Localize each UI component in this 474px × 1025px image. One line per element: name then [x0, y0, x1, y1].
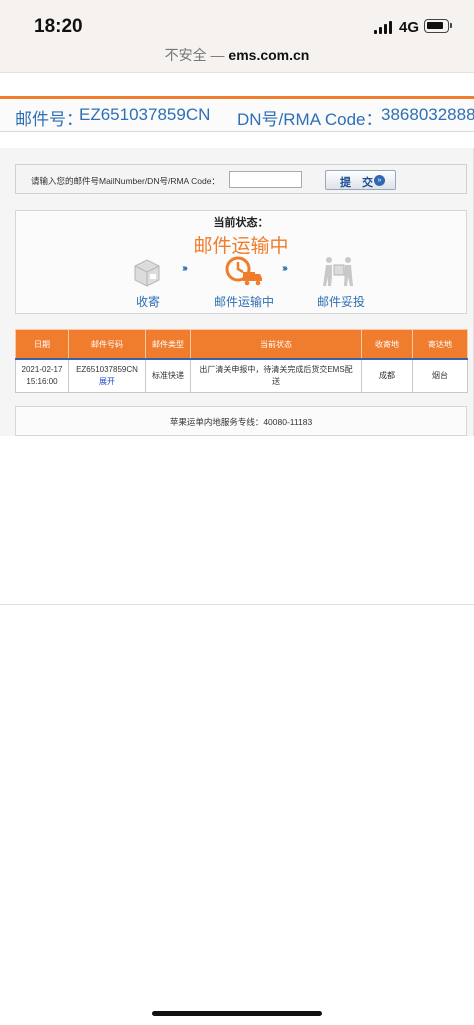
current-status-label: 当前状态：	[213, 217, 269, 229]
cell-time: 15:16:00	[26, 377, 58, 386]
column-header-mail-type: 邮件类型	[145, 329, 191, 360]
security-label: 不安全 —	[164, 47, 225, 63]
divider	[0, 72, 474, 73]
package-icon	[134, 259, 160, 287]
home-indicator[interactable]	[152, 1011, 322, 1016]
mail-number: EZ651037859CN	[76, 365, 138, 374]
search-panel: 请输入您的邮件号MailNumber/DN号/RMA Code： 提 交 »	[15, 164, 467, 194]
mail-number-value: EZ651037859CN	[79, 105, 211, 124]
cell-mail-type: 标准快递	[145, 358, 191, 393]
tracking-number-input[interactable]	[229, 171, 302, 188]
status-panel: 当前状态： 邮件运输中 收寄 ››› 邮件运输中 ››› 邮件妥投	[15, 210, 467, 314]
submit-label: 提 交	[340, 177, 378, 189]
address-bar[interactable]: 不安全 — ems.com.cn	[0, 44, 474, 72]
chevron-right-icon: »	[374, 175, 385, 186]
tracking-table: 日期 邮件号码 邮件类型 当前状态 收寄地 寄达地 2021-02-17 15:…	[15, 329, 468, 393]
divider	[0, 604, 474, 605]
column-header-status: 当前状态	[190, 329, 362, 360]
step-arrow-icon: ›››	[282, 263, 288, 274]
truck-clock-icon	[225, 256, 262, 286]
cell-datetime: 2021-02-17 15:16:00	[15, 358, 69, 393]
url-domain: ems.com.cn	[228, 47, 310, 63]
step-label: 收寄	[136, 295, 161, 309]
tracking-header: 邮件号： EZ651037859CN DN号/RMA Code： 3868032…	[0, 96, 474, 132]
expand-link[interactable]: 展开	[99, 377, 115, 386]
table-header-row: 日期 邮件号码 邮件类型 当前状态 收寄地 寄达地	[15, 329, 468, 360]
delivery-person-icon	[323, 257, 353, 286]
mail-number-label: 邮件号：	[15, 110, 83, 129]
search-label: 请输入您的邮件号MailNumber/DN号/RMA Code：	[31, 176, 220, 186]
column-header-date: 日期	[15, 329, 69, 360]
submit-button[interactable]: 提 交 »	[325, 170, 396, 190]
column-header-origin: 收寄地	[361, 329, 413, 360]
cell-origin: 成都	[361, 358, 413, 393]
step-label: 邮件运输中	[214, 295, 275, 309]
dn-value: 3868032888	[381, 105, 474, 124]
cell-mail-number: EZ651037859CN 展开	[68, 358, 146, 393]
cellular-signal-icon	[374, 20, 396, 34]
battery-icon	[424, 19, 452, 33]
column-header-mail-number: 邮件号码	[68, 329, 146, 360]
service-hotline: 苹果运单内地服务专线：40080-11183	[15, 406, 467, 436]
clock: 18:20	[34, 16, 83, 37]
step-arrow-icon: ›››	[182, 263, 188, 274]
status-bar: 18:20 4G	[0, 0, 474, 44]
table-row: 2021-02-17 15:16:00 EZ651037859CN 展开 标准快…	[15, 358, 468, 393]
network-type: 4G	[399, 19, 420, 36]
dn-label: DN号/RMA Code：	[237, 110, 383, 129]
step-label: 邮件妥投	[317, 295, 366, 309]
cell-date: 2021-02-17	[21, 365, 63, 374]
cell-destination: 烟台	[412, 358, 468, 393]
column-header-destination: 寄达地	[412, 329, 468, 360]
cell-status: 出厂清关申报中，待清关完成后货交EMS配送	[190, 358, 362, 393]
